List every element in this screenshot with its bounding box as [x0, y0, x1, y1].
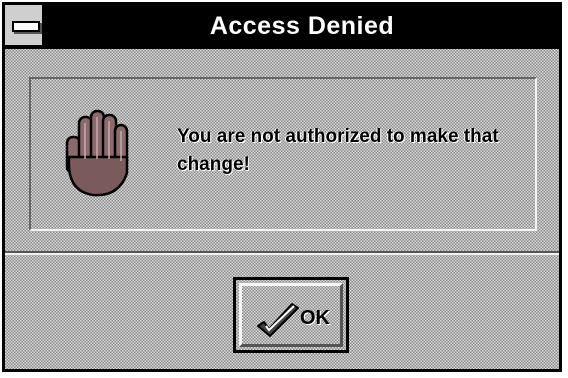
- divider: [5, 251, 559, 255]
- ok-button-face: OK: [239, 283, 343, 347]
- ok-button-label: OK: [300, 307, 330, 329]
- title-bar[interactable]: Access Denied: [5, 5, 559, 49]
- access-denied-dialog: Access Denied You are not authorized to …: [2, 2, 562, 372]
- message-text: You are not authorized to make that chan…: [177, 126, 499, 175]
- checkmark-icon: [257, 303, 299, 337]
- ok-button[interactable]: OK: [233, 277, 349, 353]
- message-panel: You are not authorized to make that chan…: [29, 77, 537, 231]
- system-menu-icon[interactable]: [5, 5, 45, 45]
- dialog-title: Access Denied: [209, 12, 395, 40]
- stop-hand-icon: [65, 109, 129, 197]
- system-menu-bar-glyph: [12, 21, 40, 32]
